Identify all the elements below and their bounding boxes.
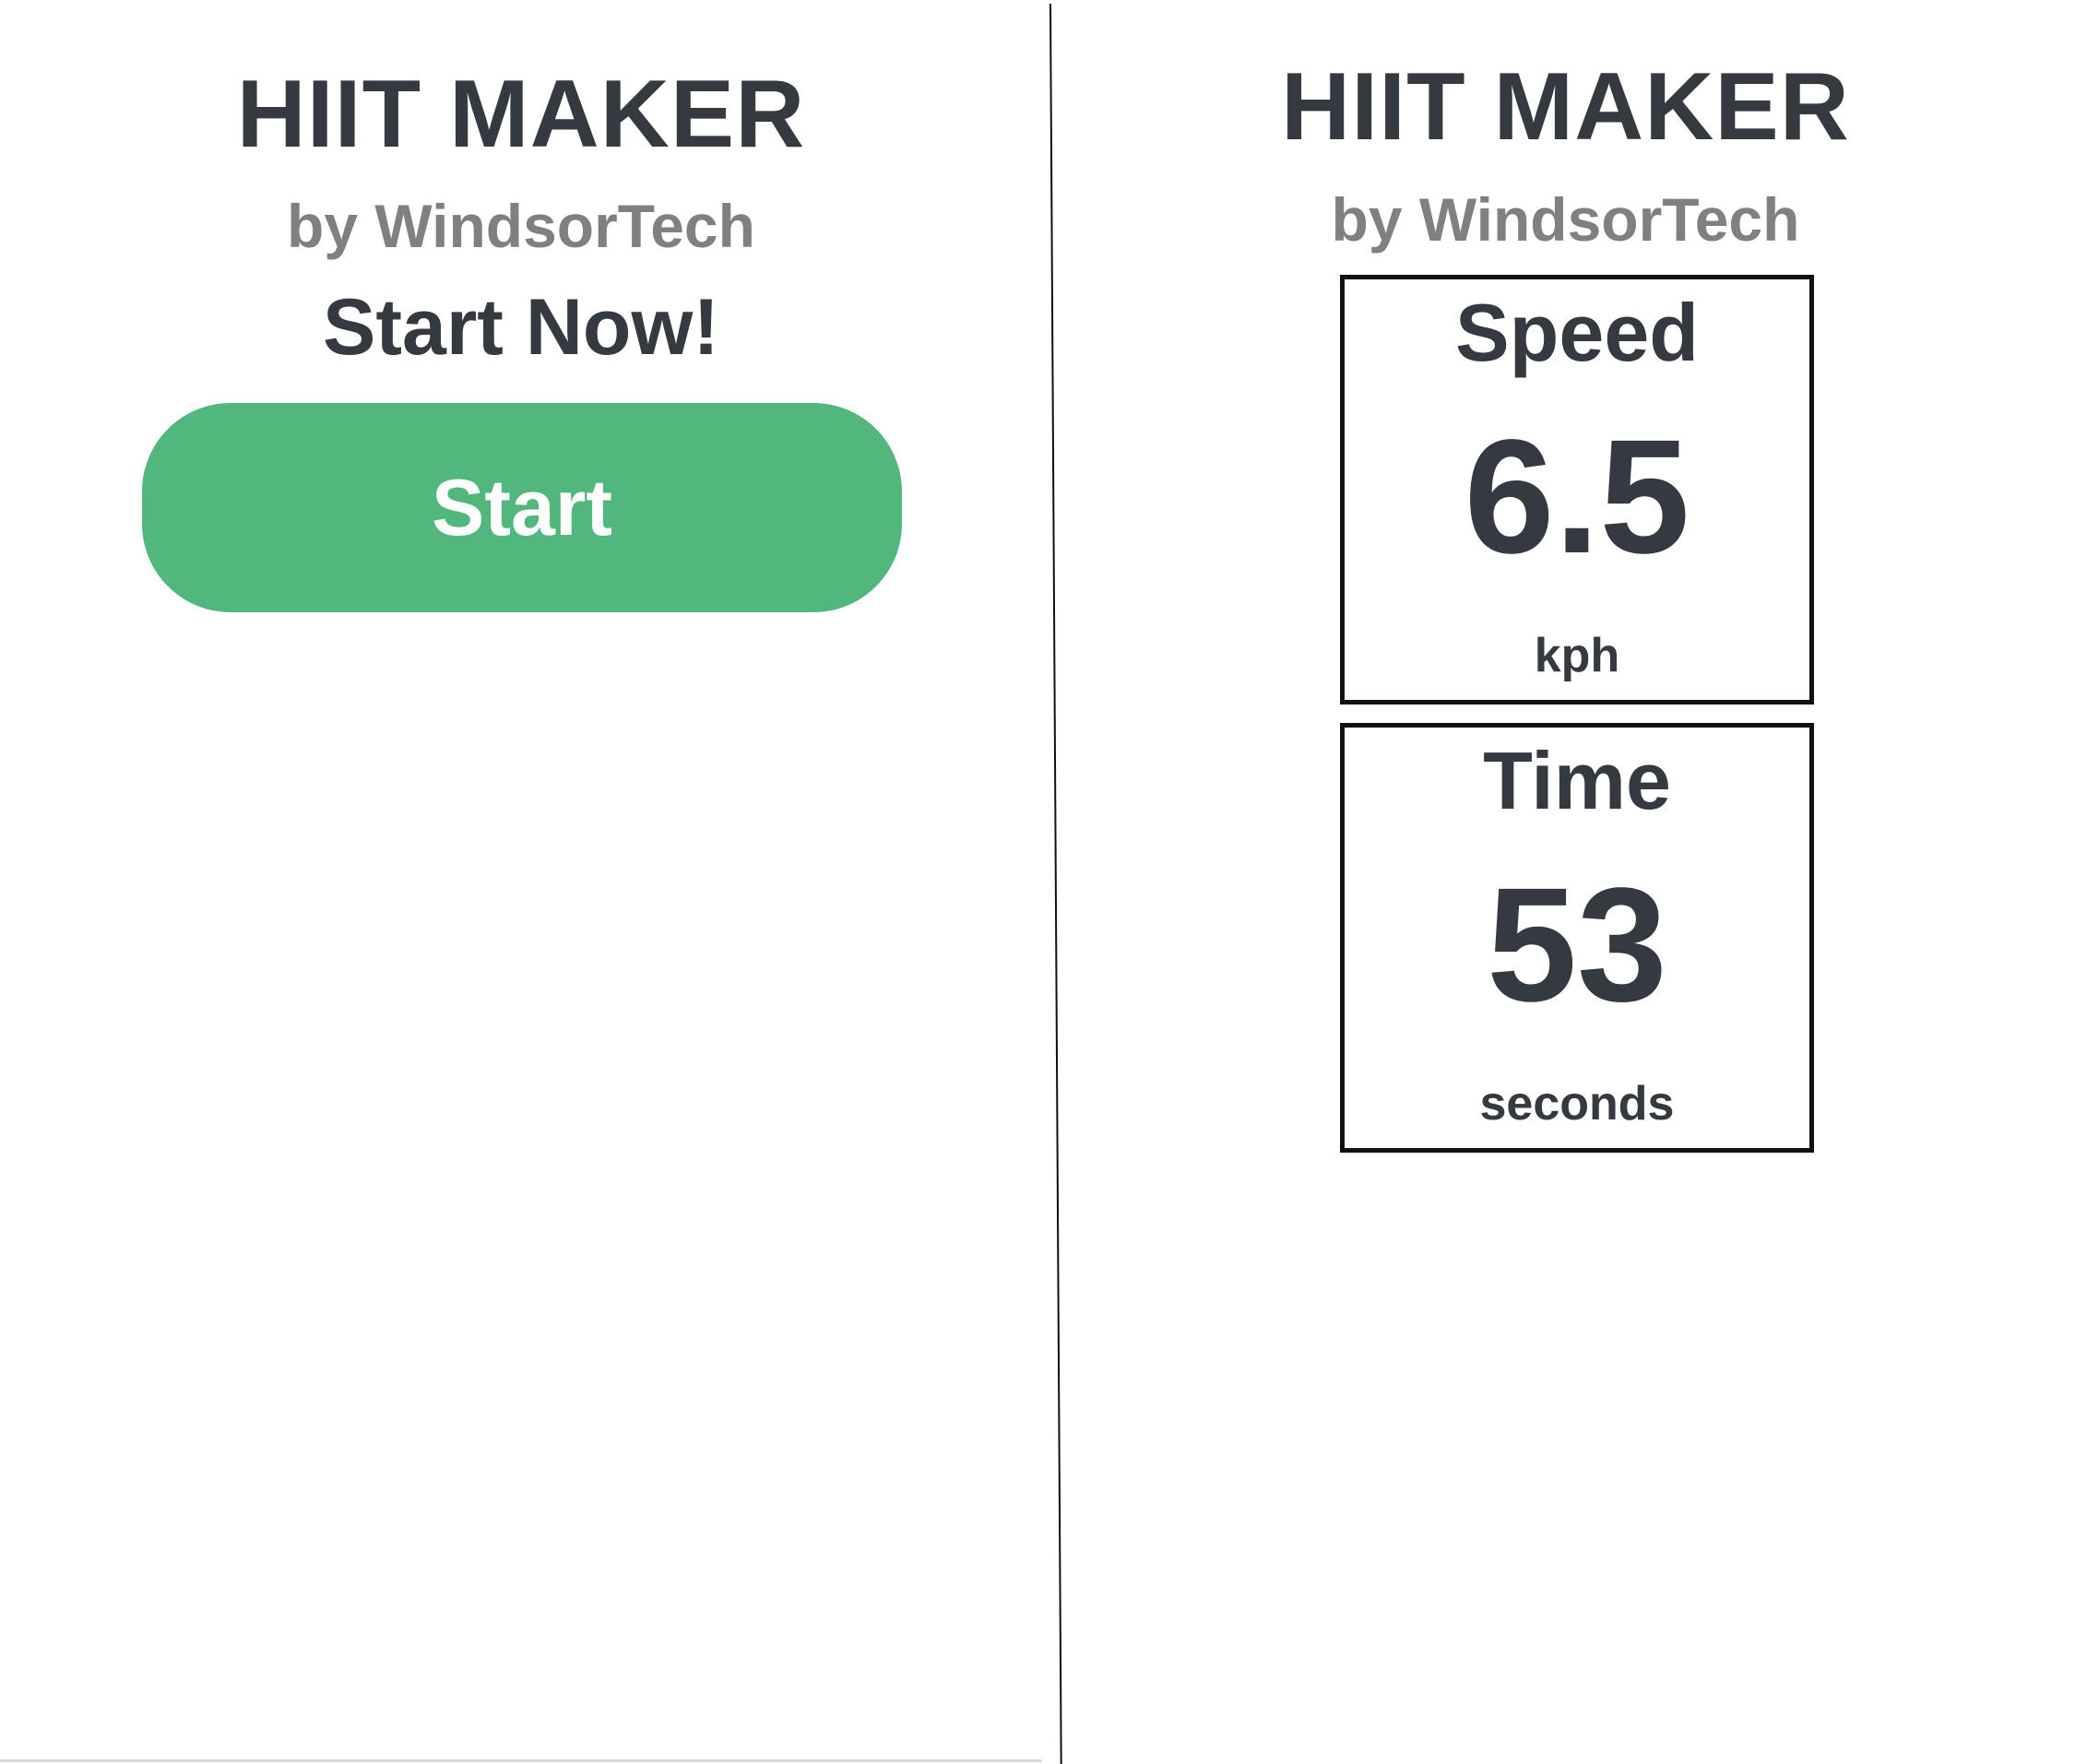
app-title: HIIT MAKER	[1281, 53, 1850, 160]
bottom-divider	[0, 1759, 1042, 1762]
start-screen: HIIT MAKER by WindsorTech Start Now! Sta…	[0, 0, 1042, 1764]
comparison-page: HIIT MAKER by WindsorTech Start Now! Sta…	[0, 0, 2075, 1764]
workout-screen: HIIT MAKER by WindsorTech Speed 6.5 kph …	[1056, 0, 2075, 1764]
start-button[interactable]: Start	[142, 403, 902, 612]
start-prompt: Start Now!	[323, 283, 719, 372]
time-panel: Time 53 seconds	[1340, 723, 1814, 1153]
speed-value: 6.5	[1464, 407, 1690, 587]
time-label: Time	[1483, 735, 1671, 826]
time-unit: seconds	[1479, 1077, 1675, 1131]
speed-panel: Speed 6.5 kph	[1340, 275, 1814, 704]
time-value: 53	[1487, 855, 1667, 1036]
app-subtitle: by WindsorTech	[1331, 185, 1800, 254]
speed-label: Speed	[1454, 287, 1700, 378]
app-title: HIIT MAKER	[236, 61, 806, 168]
speed-unit: kph	[1534, 629, 1620, 682]
app-subtitle: by WindsorTech	[287, 192, 755, 260]
